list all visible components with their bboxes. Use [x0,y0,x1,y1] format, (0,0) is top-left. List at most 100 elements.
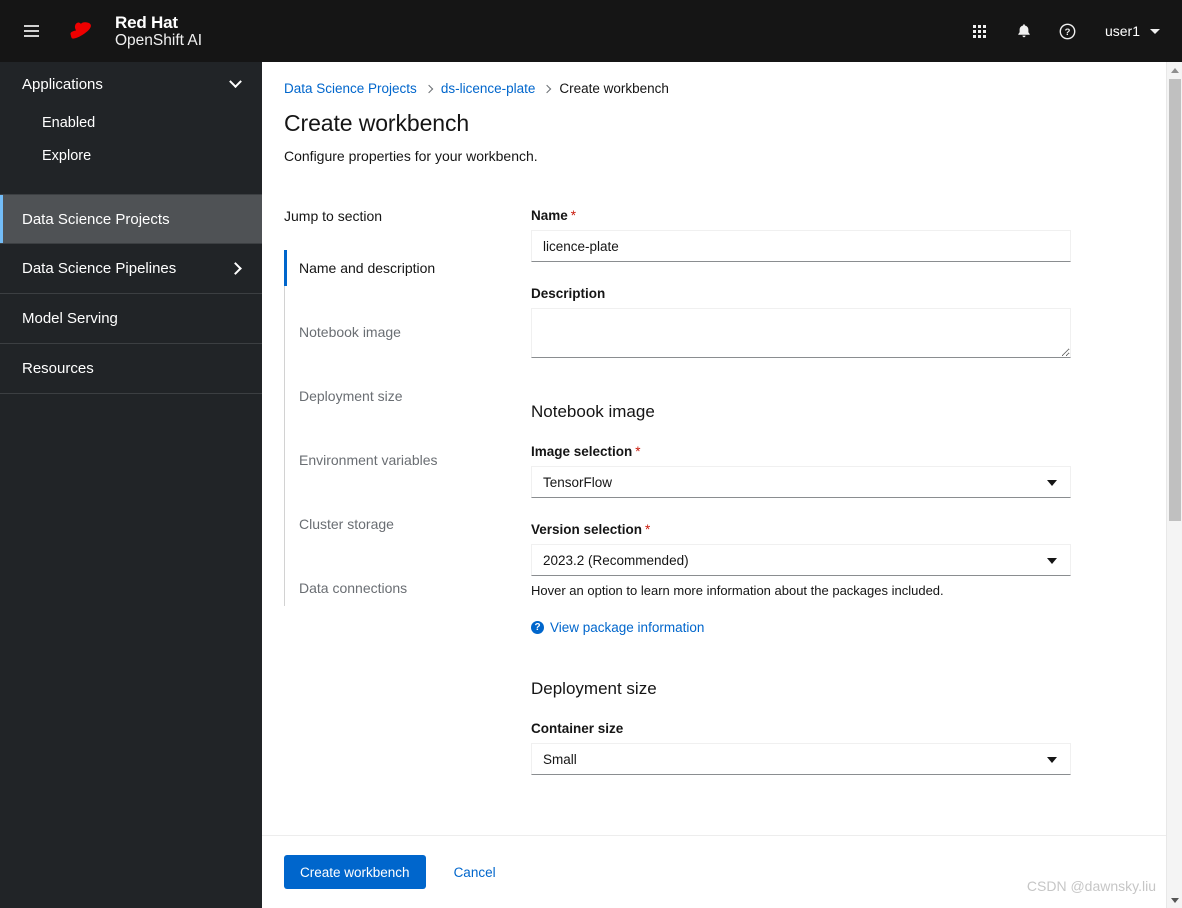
bell-icon[interactable] [1003,10,1045,52]
field-container-size: Container size Small [531,721,1071,775]
sidebar-item-label: Explore [42,147,92,164]
container-size-label-text: Container size [531,721,624,736]
jump-item-name-and-description[interactable]: Name and description [284,250,530,286]
section-title-deployment-size: Deployment size [531,679,657,698]
image-selection-label-text: Image selection [531,444,633,459]
container-size-select[interactable]: Small [531,743,1071,775]
sidebar-item-model-serving[interactable]: Model Serving [0,294,262,344]
jump-item-label: Deployment size [299,388,403,404]
page-title: Create workbench [284,110,470,136]
required-asterisk: * [570,208,577,223]
vertical-scrollbar[interactable] [1166,62,1182,908]
description-label: Description [531,286,1071,301]
scroll-up-arrow-icon[interactable] [1167,62,1182,78]
version-selection-value: 2023.2 (Recommended) [543,552,689,568]
help-icon[interactable]: ? [1047,10,1089,52]
version-selection-select[interactable]: 2023.2 (Recommended) [531,544,1071,576]
user-menu[interactable]: user1 [1091,10,1168,52]
chevron-down-icon [229,74,242,88]
help-circle-icon: ? [531,621,544,634]
jump-item-label: Data connections [299,580,408,596]
jump-to-section-list: Name and description Notebook image Depl… [284,250,530,606]
image-selection-value: TensorFlow [543,474,613,490]
version-selection-helper-text: Hover an option to learn more informatio… [531,583,944,598]
image-selection-select[interactable]: TensorFlow [531,466,1071,498]
watermark: CSDN @dawnsky.liu [1026,878,1156,894]
sidebar-group-applications[interactable]: Applications [0,62,262,106]
sidebar-item-enabled[interactable]: Enabled [0,106,262,139]
breadcrumb-item-current: Create workbench [559,81,669,96]
jump-item-notebook-image[interactable]: Notebook image [285,314,530,350]
brand-logo[interactable]: Red Hat OpenShift AI [62,13,202,49]
description-textarea[interactable] [531,308,1071,358]
create-workbench-button[interactable]: Create workbench [284,855,426,889]
sidebar-group-label: Applications [22,75,103,93]
sidebar-item-data-science-projects[interactable]: Data Science Projects [0,194,262,244]
workbench-form: Name* Description Notebook image Imag [531,208,1071,799]
chevron-down-icon [1150,28,1160,34]
field-image-selection: Image selection * TensorFlow [531,444,1071,498]
jump-item-label: Notebook image [299,324,401,340]
apps-grid-icon[interactable] [959,10,1001,52]
name-label: Name * [531,208,1071,223]
breadcrumb-item-projects[interactable]: Data Science Projects [284,81,417,96]
masthead-actions: ? user1 [959,0,1182,62]
chevron-right-icon [229,262,242,275]
field-version-selection: Version selection * 2023.2 (Recommended) … [531,522,1071,635]
hamburger-menu-icon[interactable] [8,0,54,62]
sidebar-nav: Applications Enabled Explore Data Scienc… [0,62,262,908]
jump-item-label: Environment variables [299,452,438,468]
cancel-button[interactable]: Cancel [440,855,510,889]
brand-line-2: OpenShift AI [115,31,203,49]
jump-item-environment-variables[interactable]: Environment variables [285,442,530,478]
caret-down-icon [1047,558,1057,564]
brand-line-1: Red Hat [115,12,178,32]
required-asterisk: * [645,522,651,537]
name-label-text: Name [531,208,568,223]
jump-item-deployment-size[interactable]: Deployment size [285,378,530,414]
container-size-label: Container size [531,721,1071,736]
jump-item-cluster-storage[interactable]: Cluster storage [285,506,530,542]
red-hat-logo-icon [62,16,106,46]
username-label: user1 [1104,23,1140,39]
version-selection-label: Version selection * [531,522,1071,537]
version-selection-label-text: Version selection [531,522,643,537]
sidebar-item-label: Enabled [42,114,96,131]
name-input[interactable] [531,230,1071,262]
sidebar-item-explore[interactable]: Explore [0,139,262,172]
page-subtitle: Configure properties for your workbench. [284,148,538,164]
masthead: Red Hat OpenShift AI ? user1 [0,0,1182,62]
view-package-information-link[interactable]: ? View package information [531,620,704,635]
section-title-notebook-image: Notebook image [531,402,655,421]
caret-down-icon [1047,757,1057,763]
svg-text:?: ? [1065,27,1071,38]
jump-item-label: Name and description [299,260,436,276]
sidebar-item-label: Resources [22,360,94,377]
view-package-information-label: View package information [550,620,705,635]
sidebar-item-label: Data Science Projects [22,210,170,228]
page-body: Jump to section Name and description Not… [262,164,1167,799]
breadcrumb-item-project[interactable]: ds-licence-plate [441,81,536,96]
required-asterisk: * [635,444,641,459]
caret-down-icon [1047,480,1057,486]
description-label-text: Description [531,286,606,301]
jump-item-label: Cluster storage [299,516,394,532]
scroll-down-arrow-icon[interactable] [1167,892,1182,908]
main-content: Data Science Projects ds-licence-plate C… [262,62,1182,908]
jump-to-section-title: Jump to section [284,208,383,224]
image-selection-label: Image selection * [531,444,1071,459]
field-description: Description [531,286,1071,358]
sidebar-item-label: Model Serving [22,310,118,327]
sidebar-item-label: Data Science Pipelines [22,260,177,277]
chevron-right-icon [543,84,552,93]
breadcrumb: Data Science Projects ds-licence-plate C… [262,62,1167,96]
brand-text: Red Hat OpenShift AI [115,13,202,49]
sidebar-item-data-science-pipelines[interactable]: Data Science Pipelines [0,244,262,294]
chevron-right-icon [424,84,434,93]
scrollbar-thumb[interactable] [1169,79,1181,521]
jump-item-data-connections[interactable]: Data connections [285,570,530,606]
sidebar-item-resources[interactable]: Resources [0,344,262,394]
app-root: Red Hat OpenShift AI ? user1 Application… [0,0,1182,908]
field-name: Name * [531,208,1071,262]
